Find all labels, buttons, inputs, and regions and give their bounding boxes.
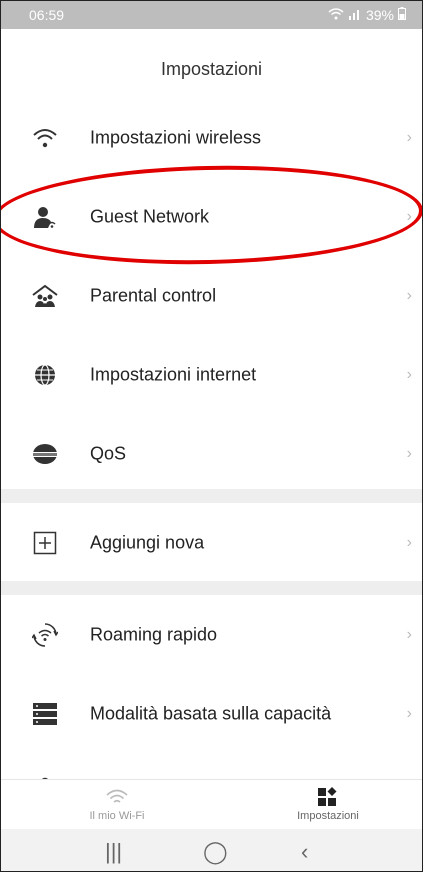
chevron-right-icon: ›: [406, 625, 412, 643]
nav-settings[interactable]: Impostazioni: [258, 784, 398, 822]
settings-item-label: Guest Network: [90, 206, 210, 226]
battery-percent: 39%: [365, 7, 394, 23]
settings-item-label: Parental control: [90, 285, 217, 305]
settings-item-guest-network[interactable]: Guest Network ›: [1, 177, 422, 257]
status-time: 06:59: [29, 7, 65, 23]
nav-my-wifi[interactable]: Il mio Wi-Fi: [47, 784, 187, 822]
settings-item-add-nova[interactable]: Aggiungi nova ›: [1, 503, 422, 583]
chevron-right-icon: ›: [406, 128, 412, 146]
chevron-right-icon: ›: [406, 286, 412, 304]
globe-icon: [31, 361, 59, 389]
settings-item-internet[interactable]: Impostazioni internet ›: [1, 335, 422, 415]
chevron-right-icon: ›: [406, 365, 412, 383]
family-home-icon: [31, 282, 59, 310]
chevron-right-icon: ›: [406, 444, 412, 462]
wifi-icon: [47, 784, 187, 810]
chevron-right-icon: ›: [406, 533, 412, 551]
section-divider: [1, 581, 422, 595]
settings-item-qos[interactable]: QoS ›: [1, 414, 422, 494]
settings-item-label: QoS: [90, 443, 127, 463]
add-square-icon: [31, 529, 59, 557]
settings-item-label: Impostazioni wireless: [90, 127, 262, 147]
server-rack-icon: [31, 700, 59, 728]
bottom-navigation: Il mio Wi-Fi Impostazioni: [1, 779, 422, 830]
section-divider: [1, 489, 422, 503]
settings-item-label: Roaming rapido: [90, 624, 218, 644]
back-icon[interactable]: ‹: [301, 839, 308, 865]
system-navigation-bar: ||| ◯ ‹: [1, 829, 422, 871]
guest-user-icon: [31, 203, 59, 231]
recent-apps-icon[interactable]: |||: [105, 839, 122, 865]
page-title: Impostazioni: [160, 59, 263, 79]
roaming-wifi-icon: [31, 621, 59, 649]
settings-item-label: Impostazioni internet: [90, 364, 257, 384]
settings-item-parental-control[interactable]: Parental control ›: [1, 256, 422, 336]
wifi-status-icon: [328, 7, 344, 23]
status-right: 39%: [328, 7, 406, 23]
settings-item-label: Aggiungi nova: [90, 532, 205, 552]
nav-label: Impostazioni: [297, 810, 359, 822]
app-frame: 06:59 39% Impostazioni Impostazioni wire…: [0, 0, 423, 872]
status-bar: 06:59 39%: [1, 1, 422, 29]
chevron-right-icon: ›: [406, 207, 412, 225]
home-icon[interactable]: ◯: [203, 839, 228, 865]
settings-item-capacity-mode[interactable]: Modalità basata sulla capacità ›: [1, 674, 422, 754]
nav-label: Il mio Wi-Fi: [89, 810, 145, 822]
signal-icon: [348, 7, 362, 23]
qos-icon: [31, 440, 59, 468]
settings-item-label: Modalità basata sulla capacità: [90, 703, 332, 723]
settings-grid-icon: [258, 784, 398, 810]
settings-item-wireless[interactable]: Impostazioni wireless ›: [1, 98, 422, 178]
settings-item-fast-roaming[interactable]: Roaming rapido ›: [1, 595, 422, 675]
chevron-right-icon: ›: [406, 704, 412, 722]
wifi-icon: [31, 124, 59, 152]
battery-icon: [398, 7, 406, 23]
